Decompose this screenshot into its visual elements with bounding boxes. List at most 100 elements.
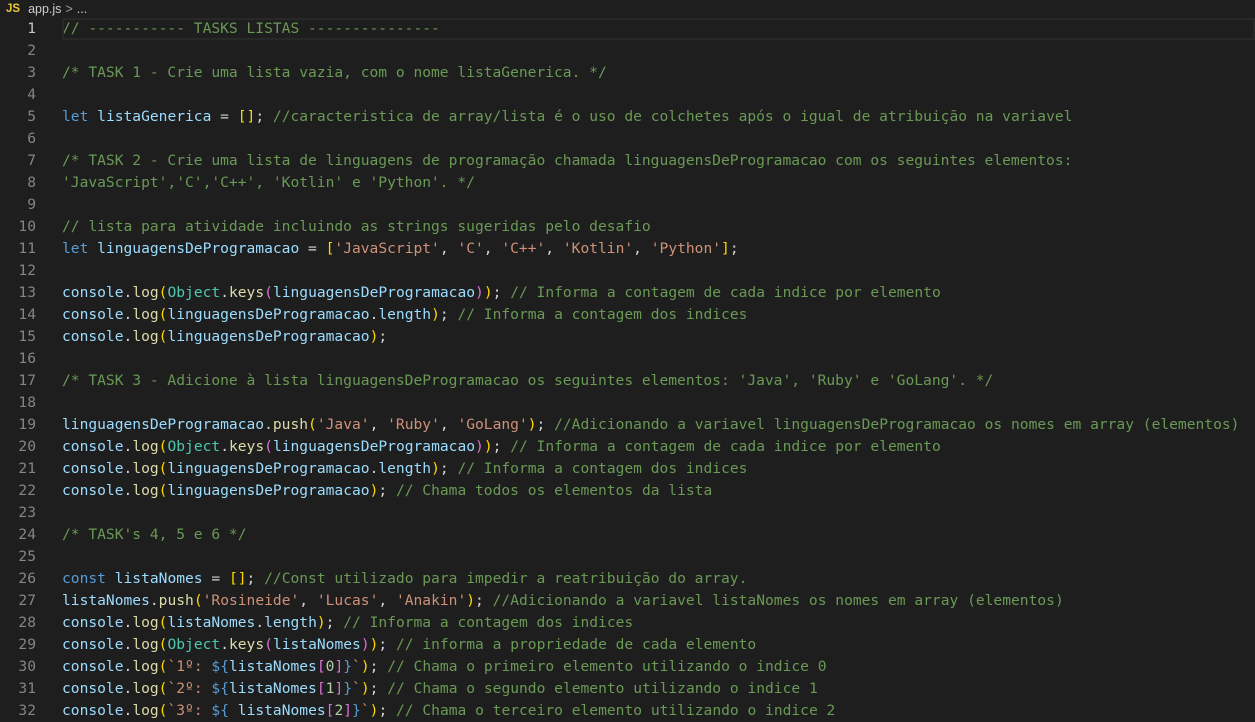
token-identifier: listaGenerica (97, 108, 212, 125)
line-code[interactable]: console.log(linguagensDeProgramacao.leng… (62, 304, 1255, 326)
line-code[interactable]: // lista para atividade incluindo as str… (62, 216, 1255, 238)
code-line[interactable]: 2 (0, 40, 1255, 62)
token-comment: 'JavaScript','C','C++', 'Kotlin' e 'Pyth… (62, 174, 475, 191)
line-code[interactable]: let linguagensDeProgramacao = ['JavaScri… (62, 238, 1255, 260)
line-code[interactable]: console.log(Object.keys(linguagensDeProg… (62, 436, 1255, 458)
code-editor[interactable]: 1 // ----------- TASKS LISTAS -----------… (0, 18, 1255, 722)
code-line[interactable]: 8 'JavaScript','C','C++', 'Kotlin' e 'Pyt… (0, 172, 1255, 194)
line-code[interactable]: console.log(Object.keys(linguagensDeProg… (62, 282, 1255, 304)
code-line[interactable]: 25 (0, 546, 1255, 568)
token-keyword: let (62, 240, 89, 257)
line-code[interactable]: const listaNomes = []; //Const utilizado… (62, 568, 1255, 590)
line-code[interactable]: // ----------- TASKS LISTAS ------------… (62, 18, 1255, 40)
line-code[interactable]: console.log(linguagensDeProgramacao.leng… (62, 458, 1255, 480)
token-comment: /* TASK 1 - Crie uma lista vazia, com o … (62, 64, 607, 81)
token-string: 'C' (457, 240, 484, 257)
line-code[interactable] (62, 348, 1255, 370)
code-line[interactable]: 20 console.log(Object.keys(linguagensDePr… (0, 436, 1255, 458)
line-number: 22 (18, 482, 36, 499)
token-bracket: [] (237, 108, 256, 125)
code-line[interactable]: 26 const listaNomes = []; //Const utiliza… (0, 568, 1255, 590)
code-line[interactable]: 28 console.log(listaNomes.length); // Inf… (0, 612, 1255, 634)
token-punctuation: , (545, 240, 563, 257)
code-line[interactable]: 5 let listaGenerica = []; //caracteristic… (0, 106, 1255, 128)
line-code[interactable]: console.log(linguagensDeProgramacao); (62, 326, 1255, 348)
line-code[interactable]: listaNomes.push('Rosineide', 'Lucas', 'A… (62, 590, 1255, 612)
line-code[interactable] (62, 194, 1255, 216)
line-code[interactable]: console.log(Object.keys(listaNomes)); //… (62, 634, 1255, 656)
code-line[interactable]: 29 console.log(Object.keys(listaNomes)); … (0, 634, 1255, 656)
breadcrumb-file[interactable]: app.js (28, 2, 61, 16)
code-line[interactable]: 21 console.log(linguagensDeProgramacao.le… (0, 458, 1255, 480)
token-identifier: console (62, 702, 124, 719)
code-line[interactable]: 16 (0, 348, 1255, 370)
line-code[interactable]: console.log(`2º: ${listaNomes[1]}`); // … (62, 678, 1255, 700)
code-line[interactable]: 14 console.log(linguagensDeProgramacao.le… (0, 304, 1255, 326)
line-code[interactable]: /* TASK's 4, 5 e 6 */ (62, 524, 1255, 546)
code-line[interactable]: 13 console.log(Object.keys(linguagensDePr… (0, 282, 1255, 304)
line-code[interactable]: console.log(linguagensDeProgramacao); //… (62, 480, 1255, 502)
line-number: 24 (18, 526, 36, 543)
code-line[interactable]: 9 (0, 194, 1255, 216)
line-code[interactable] (62, 84, 1255, 106)
line-code[interactable]: let listaGenerica = []; //caracteristica… (62, 106, 1255, 128)
code-line[interactable]: 3 /* TASK 1 - Crie uma lista vazia, com o… (0, 62, 1255, 84)
line-code[interactable]: 'JavaScript','C','C++', 'Kotlin' e 'Pyth… (62, 172, 1255, 194)
token-bracket: ] (334, 658, 344, 675)
code-line[interactable]: 7 /* TASK 2 - Crie uma lista de linguagen… (0, 150, 1255, 172)
breadcrumb-symbols[interactable]: ... (77, 2, 87, 16)
line-code[interactable] (62, 502, 1255, 524)
code-line[interactable]: 30 console.log(`1º: ${listaNomes[0]}`); /… (0, 656, 1255, 678)
token-identifier: linguagensDeProgramacao (97, 240, 300, 257)
line-code[interactable] (62, 260, 1255, 282)
code-line[interactable]: 17 /* TASK 3 - Adicione à lista linguagen… (0, 370, 1255, 392)
line-code[interactable]: console.log(`3º: ${ listaNomes[2]}`); //… (62, 700, 1255, 722)
line-code[interactable] (62, 40, 1255, 62)
code-line[interactable]: 27 listaNomes.push('Rosineide', 'Lucas', … (0, 590, 1255, 612)
token-function-name: log (132, 438, 159, 455)
token-string: ` (352, 658, 361, 675)
code-line[interactable]: 22 console.log(linguagensDeProgramacao); … (0, 480, 1255, 502)
token-function-name: push (158, 592, 194, 609)
code-line[interactable]: 1 // ----------- TASKS LISTAS -----------… (0, 18, 1255, 40)
code-line[interactable]: 23 (0, 502, 1255, 524)
line-code[interactable] (62, 546, 1255, 568)
line-code[interactable]: /* TASK 3 - Adicione à lista linguagensD… (62, 370, 1255, 392)
code-line[interactable]: 12 (0, 260, 1255, 282)
token-comment: //Adicionando a variavel linguagensDePro… (554, 416, 1240, 433)
line-code[interactable]: /* TASK 2 - Crie uma lista de linguagens… (62, 150, 1255, 172)
token-string: 'Lucas' (316, 592, 379, 609)
code-line[interactable]: 10 // lista para atividade incluindo as s… (0, 216, 1255, 238)
line-number: 26 (18, 570, 36, 587)
line-code[interactable]: console.log(`1º: ${listaNomes[0]}`); // … (62, 656, 1255, 678)
token-punctuation: . (149, 592, 159, 609)
code-line[interactable]: 24 /* TASK's 4, 5 e 6 */ (0, 524, 1255, 546)
line-code[interactable]: /* TASK 1 - Crie uma lista vazia, com o … (62, 62, 1255, 84)
line-code[interactable]: console.log(listaNomes.length); // Infor… (62, 612, 1255, 634)
line-number: 5 (27, 108, 36, 125)
token-function-name: keys (228, 284, 265, 301)
code-line[interactable]: 4 (0, 84, 1255, 106)
code-line[interactable]: 6 (0, 128, 1255, 150)
line-code[interactable] (62, 128, 1255, 150)
code-line[interactable]: 32 console.log(`3º: ${ listaNomes[2]}`); … (0, 700, 1255, 722)
token-punctuation: ; (378, 636, 396, 653)
token-comment: //caracteristica de array/lista é o uso … (272, 108, 1073, 125)
line-code[interactable]: linguagensDeProgramacao.push('Java', 'Ru… (62, 414, 1255, 436)
token-string: 'Java' (316, 416, 370, 433)
code-line[interactable]: 31 console.log(`2º: ${listaNomes[1]}`); /… (0, 678, 1255, 700)
code-line[interactable]: 18 (0, 392, 1255, 414)
code-line[interactable]: 19 linguagensDeProgramacao.push('Java', '… (0, 414, 1255, 436)
code-line[interactable]: 15 console.log(linguagensDeProgramacao); (0, 326, 1255, 348)
token-punctuation: ; (378, 482, 396, 499)
line-number: 23 (18, 504, 36, 521)
line-code[interactable] (62, 392, 1255, 414)
token-bracket: ) (483, 438, 493, 455)
token-bracket: ( (264, 284, 273, 301)
line-number: 30 (18, 658, 36, 675)
token-punctuation: ; (369, 658, 388, 675)
code-line[interactable]: 11 let linguagensDeProgramacao = ['JavaSc… (0, 238, 1255, 260)
token-identifier: listaNomes (167, 614, 256, 631)
line-number: 15 (18, 328, 36, 345)
token-punctuation: . (220, 438, 229, 455)
